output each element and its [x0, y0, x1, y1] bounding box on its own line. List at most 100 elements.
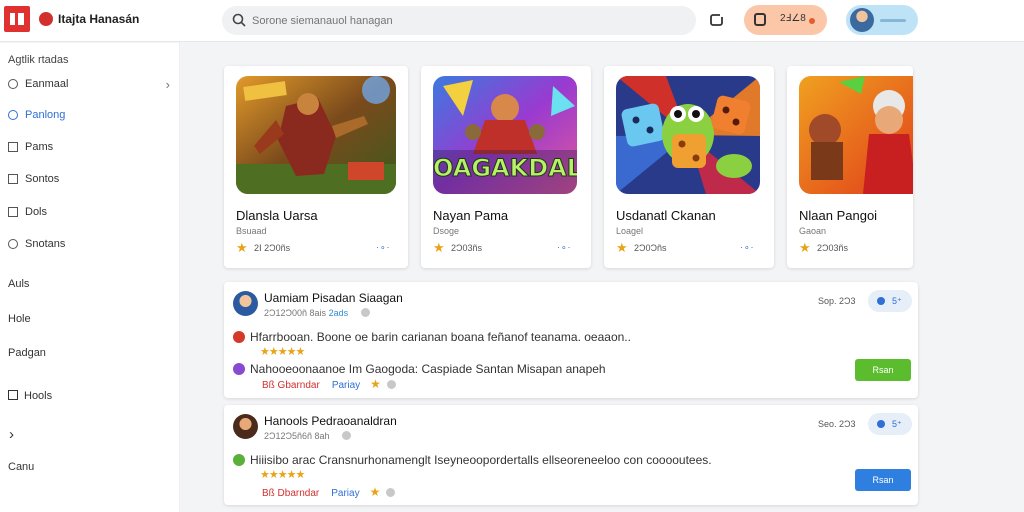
game-title: Nayan Pama: [433, 208, 509, 223]
more-options-icon[interactable]: ·∘∙: [740, 242, 754, 253]
game-thumbnail[interactable]: [616, 76, 760, 194]
game-thumbnail[interactable]: OAGAKDAL: [433, 76, 577, 194]
more-options-icon[interactable]: ·∘∙: [557, 242, 571, 253]
review-meta-text: 2Ɔ12Ɔ00ñ 8ais: [264, 308, 327, 318]
review-text-secondary: Nahooeoonaanoe Im Gaogoda: Caspiade Sant…: [233, 362, 606, 376]
game-badge-icon: [233, 331, 245, 343]
rating-count: 2Ⅰ 2Ɔ0ñs: [254, 243, 291, 253]
reviewer-name[interactable]: Uamiam Pisadan Siaagan: [264, 291, 403, 305]
coins-button[interactable]: 2Ⅎ∠8: [744, 5, 827, 35]
brand-name[interactable]: Itajta Hanasán: [58, 12, 139, 26]
game-genre: Dsoge: [433, 226, 460, 236]
sidebar-item-label: Panlong: [25, 109, 66, 121]
game-badge-icon: [233, 363, 245, 375]
review-footer: Bß Dbarndar Pariay ★: [262, 485, 396, 499]
sidebar: Agtlik rtadas Eanmaal › Panlong Pams Son…: [0, 43, 180, 512]
star-icon[interactable]: ★: [370, 485, 381, 499]
thumb-icon: [877, 297, 885, 305]
review-text-line: Hiiisibo arac Cransnurhonamenglt Iseyneo…: [250, 453, 712, 467]
thumb-icon: [877, 420, 885, 428]
gear-icon: [8, 239, 18, 249]
review-footer-link[interactable]: Bß Gbarndar: [262, 380, 320, 391]
review-tag[interactable]: 2ads: [329, 308, 349, 318]
game-card[interactable]: Dlansla Uarsa Bsuaad ★ 2Ⅰ 2Ɔ0ñs ·∘∙: [224, 66, 408, 268]
coin-balance: 2Ⅎ∠8: [780, 13, 806, 24]
sidebar-item-panlong[interactable]: Panlong: [8, 106, 172, 126]
game-card[interactable]: Usdanatl Ckanan Loagel ★ 2Ɔ0Ɔñs ·∘∙: [604, 66, 774, 268]
star-icon[interactable]: ★: [370, 377, 381, 391]
info-icon[interactable]: [386, 380, 396, 389]
box-icon: [8, 174, 18, 184]
info-icon[interactable]: [342, 431, 352, 440]
game-thumbnail[interactable]: [236, 76, 396, 194]
game-badge-icon: [233, 454, 245, 466]
review-footer-reply[interactable]: Pariay: [331, 488, 359, 499]
vote-count: 5⁺: [892, 296, 902, 306]
target-icon: [8, 79, 18, 89]
review-footer-link[interactable]: Bß Dbarndar: [262, 488, 319, 499]
sidebar-section-auls[interactable]: Auls: [8, 278, 29, 290]
like-button[interactable]: 5⁺: [868, 413, 912, 435]
checkbox-icon[interactable]: [8, 390, 18, 400]
reviewer-name[interactable]: Hanools Pedraoanaldran: [264, 414, 397, 428]
search-icon: [232, 13, 246, 27]
review-action-button[interactable]: Rsan: [855, 359, 911, 381]
review-action-button[interactable]: Rsan: [855, 469, 911, 491]
sidebar-item-label: Sontos: [25, 173, 60, 185]
sidebar-item-label: Pams: [25, 141, 54, 153]
runner-art: [799, 76, 913, 194]
game-art-title: OAGAKDAL: [433, 154, 577, 183]
avatar: [850, 8, 874, 32]
sidebar-item-eanmaal[interactable]: Eanmaal ›: [8, 75, 172, 95]
game-genre: Bsuaad: [236, 226, 267, 236]
review-footer-reply[interactable]: Pariay: [332, 380, 360, 391]
doc-icon: [8, 207, 18, 217]
sidebar-section-hools[interactable]: Hools: [8, 390, 52, 402]
review-card: Hanools Pedraoanaldran 2Ɔ12Ɔ5ñ6ñ 8ah Seo…: [224, 405, 918, 505]
more-options-icon[interactable]: ·∘∙: [376, 242, 390, 253]
chevron-right-icon: ›: [165, 77, 170, 92]
game-title: Usdanatl Ckanan: [616, 208, 716, 223]
wallet-icon: [754, 13, 766, 26]
game-title: Nlaan Pangoi: [799, 208, 878, 223]
cast-icon[interactable]: [708, 11, 726, 29]
search-bar[interactable]: [222, 6, 696, 35]
sidebar-section-label: Hools: [24, 390, 53, 402]
info-icon[interactable]: [360, 308, 370, 317]
menu-lines-icon: [880, 19, 906, 22]
star-icon: ★: [236, 240, 248, 255]
review-text: Hfarrbooan. Boone oe barin carianan boan…: [233, 330, 631, 344]
pin-icon: [8, 110, 18, 120]
avatar[interactable]: [233, 414, 258, 439]
star-icon: ★: [616, 240, 628, 255]
review-date: Seo. 2Ɔ3: [818, 419, 856, 429]
sidebar-item-sontos[interactable]: Sontos: [8, 170, 172, 190]
rating-count: 2Ɔ03ñs: [451, 243, 483, 253]
app-logo-icon[interactable]: [4, 6, 30, 32]
sidebar-item-snotans[interactable]: Snotans: [8, 235, 172, 255]
game-genre: Loagel: [616, 226, 644, 236]
review-meta: 2Ɔ12Ɔ00ñ 8ais 2ads: [264, 308, 370, 318]
sidebar-section-padgan[interactable]: Padgan: [8, 347, 46, 359]
user-menu-button[interactable]: [846, 5, 918, 35]
game-thumbnail[interactable]: [799, 76, 913, 194]
sidebar-item-dols[interactable]: Dols: [8, 203, 172, 223]
like-button[interactable]: 5⁺: [868, 290, 912, 312]
game-card[interactable]: OAGAKDAL Nayan Pama Dsoge ★ 2Ɔ03ñs ·∘∙: [421, 66, 591, 268]
review-card: Uamiam Pisadan Siaagan 2Ɔ12Ɔ00ñ 8ais 2ad…: [224, 282, 918, 398]
warrior-art: [236, 76, 396, 194]
avatar[interactable]: [233, 291, 258, 316]
game-genre: Gaoan: [799, 226, 827, 236]
list-icon: [8, 142, 18, 152]
sidebar-section-canu[interactable]: Canu: [8, 461, 34, 473]
search-input[interactable]: [252, 11, 672, 30]
review-text: Hiiisibo arac Cransnurhonamenglt Iseyneo…: [233, 453, 712, 467]
game-card[interactable]: Nlaan Pangoi Gaoan ★ 2Ɔ03ñs: [787, 66, 913, 268]
expand-arrow-icon[interactable]: ›: [9, 426, 14, 443]
sidebar-item-pams[interactable]: Pams: [8, 138, 172, 158]
star-rating: ★★★★★: [260, 469, 305, 481]
info-icon[interactable]: [386, 488, 396, 497]
dice-art: [616, 76, 760, 194]
sidebar-section-hole[interactable]: Hole: [8, 313, 31, 325]
rating-count: 2Ɔ03ñs: [817, 243, 849, 253]
